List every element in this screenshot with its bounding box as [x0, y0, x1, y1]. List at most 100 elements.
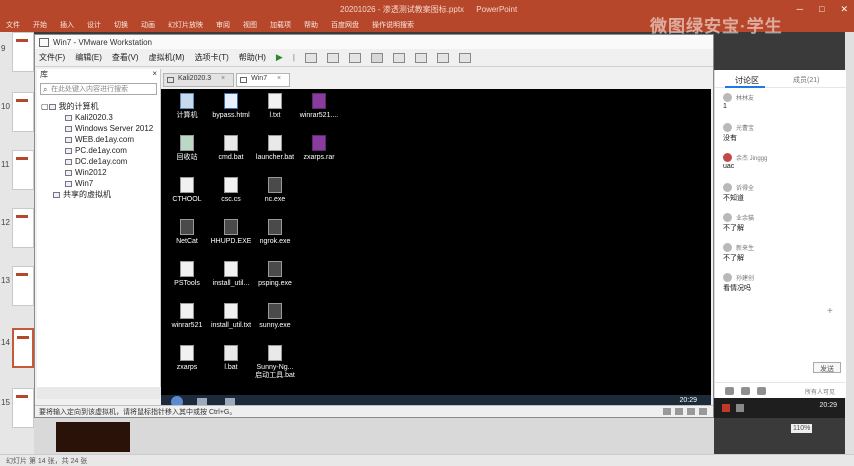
slide-thumbnail[interactable] [12, 150, 34, 190]
desktop-icon[interactable]: 回收站 [165, 135, 209, 162]
send-button[interactable]: 发送 [813, 362, 841, 373]
tab-members[interactable]: 成员(21) [793, 75, 819, 85]
tree-vm-pc[interactable]: PC.de1ay.com [41, 145, 153, 156]
slide-thumbnail-selected[interactable] [12, 328, 34, 368]
avatar[interactable] [723, 242, 732, 252]
revert-snapshot-icon[interactable] [326, 52, 339, 63]
desktop-icon[interactable]: zxarps.rar [297, 135, 341, 162]
tab-close-icon[interactable]: × [221, 75, 225, 82]
ribbon-tab-addins[interactable]: 加载项 [270, 20, 291, 32]
menu-edit[interactable]: 编辑(E) [75, 52, 102, 63]
desktop-icon[interactable]: l.bat [209, 345, 253, 372]
guest-desktop[interactable]: 20:29 计算机 bypass.html l.txt winrar521.... 回收… [161, 89, 711, 409]
desktop-icon[interactable]: ngrok.exe [253, 219, 297, 246]
slide-thumbnail[interactable] [12, 388, 34, 428]
desktop-icon[interactable]: sunny.exe [253, 303, 297, 330]
avatar[interactable] [723, 182, 732, 192]
host-tray-icon[interactable] [722, 404, 730, 412]
desktop-icon[interactable]: install_util... [209, 261, 253, 288]
desktop-icon[interactable]: winrar521.... [297, 93, 341, 120]
avatar[interactable] [723, 212, 732, 222]
tab-win7[interactable]: Win7 × [236, 73, 291, 87]
tree-vm-winserver2012[interactable]: Windows Server 2012 [41, 123, 153, 134]
maximize-icon[interactable]: □ [819, 4, 824, 15]
ribbon-tab-slideshow[interactable]: 幻灯片放映 [168, 20, 203, 32]
menu-view[interactable]: 查看(V) [112, 52, 139, 63]
ribbon-tab-home[interactable]: 开始 [33, 20, 47, 32]
tree-vm-win7[interactable]: Win7 [41, 178, 153, 189]
ribbon-tab-animations[interactable]: 动画 [141, 20, 155, 32]
chat-input[interactable]: 发送 [721, 362, 841, 376]
minimize-icon[interactable]: ─ [797, 4, 803, 15]
thumbnail-view-icon[interactable] [392, 52, 405, 63]
menu-help[interactable]: 帮助(H) [239, 52, 266, 63]
tree-shared-vms[interactable]: 共享的虚拟机 [41, 189, 153, 200]
ribbon-tab-transitions[interactable]: 切换 [114, 20, 128, 32]
ribbon-tab-file[interactable]: 文件 [6, 20, 20, 32]
library-search-input[interactable]: ⌕ 在此处键入内容进行搜索 [40, 83, 157, 95]
library-close-icon[interactable]: × [152, 69, 157, 81]
slide-thumbnail[interactable] [12, 92, 34, 132]
host-tray-icon[interactable] [736, 404, 744, 412]
desktop-icon[interactable]: 计算机 [165, 93, 209, 120]
console-view-icon[interactable] [458, 52, 471, 63]
library-scrollbar[interactable] [37, 387, 161, 399]
desktop-icon[interactable]: HHUPD.EXE [209, 219, 253, 246]
notes-area[interactable] [34, 418, 714, 454]
ribbon-tab-insert[interactable]: 插入 [60, 20, 74, 32]
usb-icon[interactable] [687, 408, 695, 415]
desktop-icon[interactable]: NetCat [165, 219, 209, 246]
tree-vm-web[interactable]: WEB.de1ay.com [41, 134, 153, 145]
tree-my-computer[interactable]: ▢ 我的计算机 [41, 101, 153, 112]
avatar[interactable] [723, 122, 732, 132]
menu-tabs[interactable]: 选项卡(T) [195, 52, 229, 63]
emoji-icon[interactable] [741, 387, 750, 395]
power-on-icon[interactable]: ▶ [276, 52, 283, 63]
tab-close-icon[interactable]: × [277, 75, 281, 82]
desktop-icon[interactable]: launcher.bat [253, 135, 297, 162]
zoom-level[interactable]: 110% [791, 424, 813, 433]
slide-thumbnail[interactable] [12, 32, 34, 72]
desktop-icon[interactable]: csc.cs [209, 177, 253, 204]
menu-vm[interactable]: 虚拟机(M) [149, 52, 185, 63]
collapse-icon[interactable]: ▢ [41, 102, 49, 111]
desktop-icon[interactable]: PSTools [165, 261, 209, 288]
hdd-icon[interactable] [663, 408, 671, 415]
desktop-icon[interactable]: psping.exe [253, 261, 297, 288]
library-toggle-icon[interactable] [370, 52, 383, 63]
slide-thumbnail[interactable] [12, 208, 34, 248]
desktop-icon[interactable]: CTHOOL [165, 177, 209, 204]
desktop-icon[interactable]: zxarps [165, 345, 209, 372]
tab-kali[interactable]: Kali2020.3 × [163, 73, 235, 87]
tree-vm-win2012[interactable]: Win2012 [41, 167, 153, 178]
menu-file[interactable]: 文件(F) [39, 52, 65, 63]
sound-icon[interactable] [699, 408, 707, 415]
ribbon-tab-review[interactable]: 审阅 [216, 20, 230, 32]
close-icon[interactable]: ✕ [840, 4, 848, 15]
slide-thumbnail[interactable] [12, 266, 34, 306]
avatar[interactable] [723, 92, 732, 102]
ribbon-tab-design[interactable]: 设计 [87, 20, 101, 32]
desktop-icon[interactable]: cmd.bat [209, 135, 253, 162]
fullscreen-icon[interactable] [414, 52, 427, 63]
desktop-icon[interactable]: l.txt [253, 93, 297, 120]
ribbon-tell-me[interactable]: 操作说明搜索 [372, 20, 414, 32]
tree-vm-dc[interactable]: DC.de1ay.com [41, 156, 153, 167]
desktop-icon[interactable]: bypass.html [209, 93, 253, 120]
network-icon[interactable] [675, 408, 683, 415]
desktop-icon[interactable]: Sunny-Ng... 启动工具.bat [253, 345, 297, 380]
desktop-icon[interactable]: winrar521 [165, 303, 209, 330]
tree-vm-kali[interactable]: Kali2020.3 [41, 112, 153, 123]
desktop-icon[interactable]: install_util.txt [209, 303, 253, 330]
add-icon[interactable]: + [827, 306, 833, 317]
desktop-icon[interactable]: nc.exe [253, 177, 297, 204]
ribbon-tab-help[interactable]: 帮助 [304, 20, 318, 32]
ribbon-tab-view[interactable]: 视图 [243, 20, 257, 32]
avatar[interactable] [723, 272, 732, 282]
avatar[interactable] [723, 152, 732, 162]
snapshot-icon[interactable] [304, 52, 317, 63]
ribbon-tab-baidu[interactable]: 百度网盘 [331, 20, 359, 32]
tab-discussion[interactable]: 讨论区 [735, 75, 759, 86]
image-icon[interactable] [757, 387, 766, 395]
snapshot-manager-icon[interactable] [348, 52, 361, 63]
